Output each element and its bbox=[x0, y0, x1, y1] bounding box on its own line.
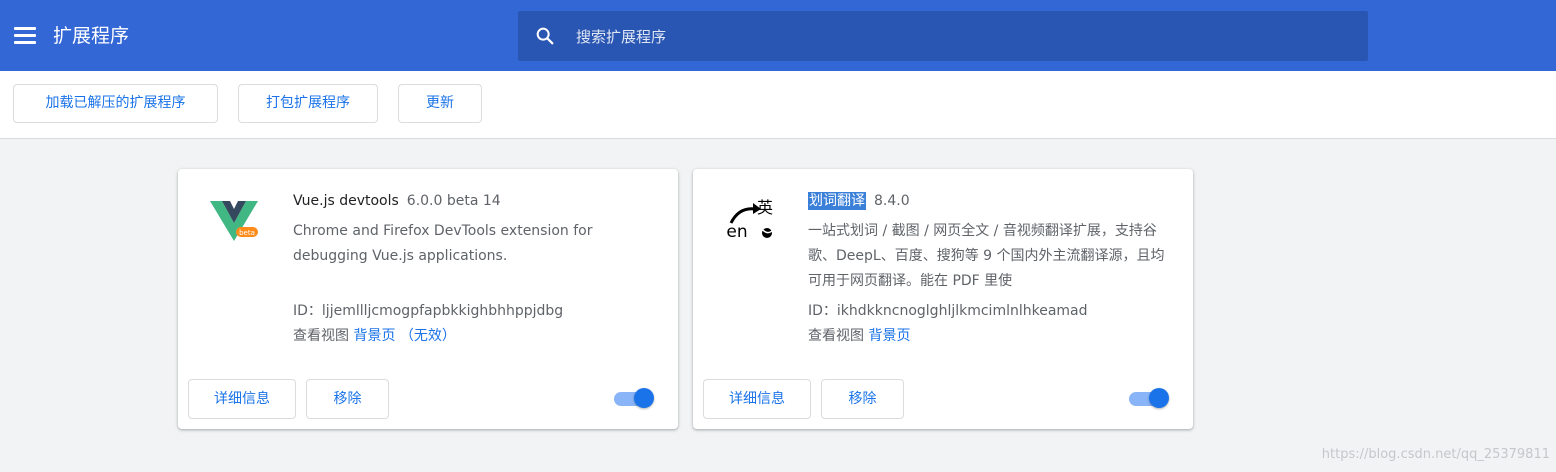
search-input[interactable] bbox=[574, 11, 1348, 63]
extension-description: Chrome and Firefox DevTools extension fo… bbox=[293, 223, 593, 264]
search-box[interactable] bbox=[518, 11, 1368, 63]
toggle-knob bbox=[1149, 388, 1169, 408]
background-page-link[interactable]: 背景页 bbox=[868, 328, 910, 344]
extension-card-vue-devtools: beta Vue.js devtools 6.0.0 beta 14 Chrome… bbox=[178, 169, 678, 429]
extension-version: 8.4.0 bbox=[874, 193, 910, 209]
vue-logo-icon: beta bbox=[210, 201, 258, 241]
logo-text-top: 英 bbox=[757, 198, 773, 217]
extension-name: Vue.js devtools bbox=[293, 193, 399, 209]
load-unpacked-button[interactable]: 加载已解压的扩展程序 bbox=[13, 84, 218, 123]
update-button[interactable]: 更新 bbox=[398, 84, 482, 123]
extension-id-row: ID：ljjemllljcmogpfapbkkighbhhppjdbg bbox=[293, 301, 563, 321]
extension-name-row: 划词翻译 8.4.0 bbox=[808, 191, 910, 211]
enable-toggle[interactable] bbox=[614, 388, 654, 410]
toggle-knob bbox=[634, 388, 654, 408]
extension-description: 一站式划词 / 截图 / 网页全文 / 音视频翻译扩展，支持谷歌、DeepL、百… bbox=[808, 223, 1165, 289]
details-button[interactable]: 详细信息 bbox=[703, 379, 811, 419]
background-page-link[interactable]: 背景页 bbox=[353, 328, 395, 344]
enable-toggle[interactable] bbox=[1129, 388, 1169, 410]
search-icon bbox=[536, 27, 554, 45]
background-page-status: （无效） bbox=[399, 328, 456, 344]
extension-id: ikhdkkncnoglghljlkmcimlnlhkeamad bbox=[836, 303, 1088, 319]
page-title: 扩展程序 bbox=[53, 25, 130, 47]
inspect-views-label: 查看视图 bbox=[293, 328, 349, 344]
pack-extension-button[interactable]: 打包扩展程序 bbox=[238, 84, 378, 123]
details-button[interactable]: 详细信息 bbox=[188, 379, 296, 419]
remove-button[interactable]: 移除 bbox=[821, 379, 904, 419]
extension-version: 6.0.0 beta 14 bbox=[406, 193, 501, 209]
extension-name: 划词翻译 bbox=[808, 192, 866, 210]
extension-id: ljjemllljcmogpfapbkkighbhhppjdbg bbox=[321, 303, 564, 319]
menu-icon[interactable] bbox=[14, 27, 36, 45]
developer-toolbar: 加载已解压的扩展程序 打包扩展程序 更新 bbox=[0, 71, 1556, 139]
logo-text-bottom: en bbox=[726, 222, 747, 242]
watermark: https://blog.csdn.net/qq_25379811 bbox=[1321, 447, 1550, 462]
top-bar: 扩展程序 bbox=[0, 0, 1556, 71]
inspect-views-row: 查看视图 背景页 bbox=[808, 326, 910, 346]
extension-card-translator: 英 en 划词翻译 8.4.0 一站式划词 / 截图 / 网页全文 / 音视频翻译… bbox=[693, 169, 1193, 429]
logo-badge-text: beta bbox=[239, 229, 255, 237]
translate-logo-icon: 英 en bbox=[726, 198, 773, 242]
inspect-views-row: 查看视图 背景页 （无效） bbox=[293, 326, 456, 346]
remove-button[interactable]: 移除 bbox=[306, 379, 389, 419]
extension-id-row: ID：ikhdkkncnoglghljlkmcimlnlhkeamad bbox=[808, 301, 1088, 321]
id-label: ID： bbox=[808, 303, 837, 319]
id-label: ID： bbox=[293, 303, 322, 319]
extension-name-row: Vue.js devtools 6.0.0 beta 14 bbox=[293, 191, 501, 211]
inspect-views-label: 查看视图 bbox=[808, 328, 864, 344]
